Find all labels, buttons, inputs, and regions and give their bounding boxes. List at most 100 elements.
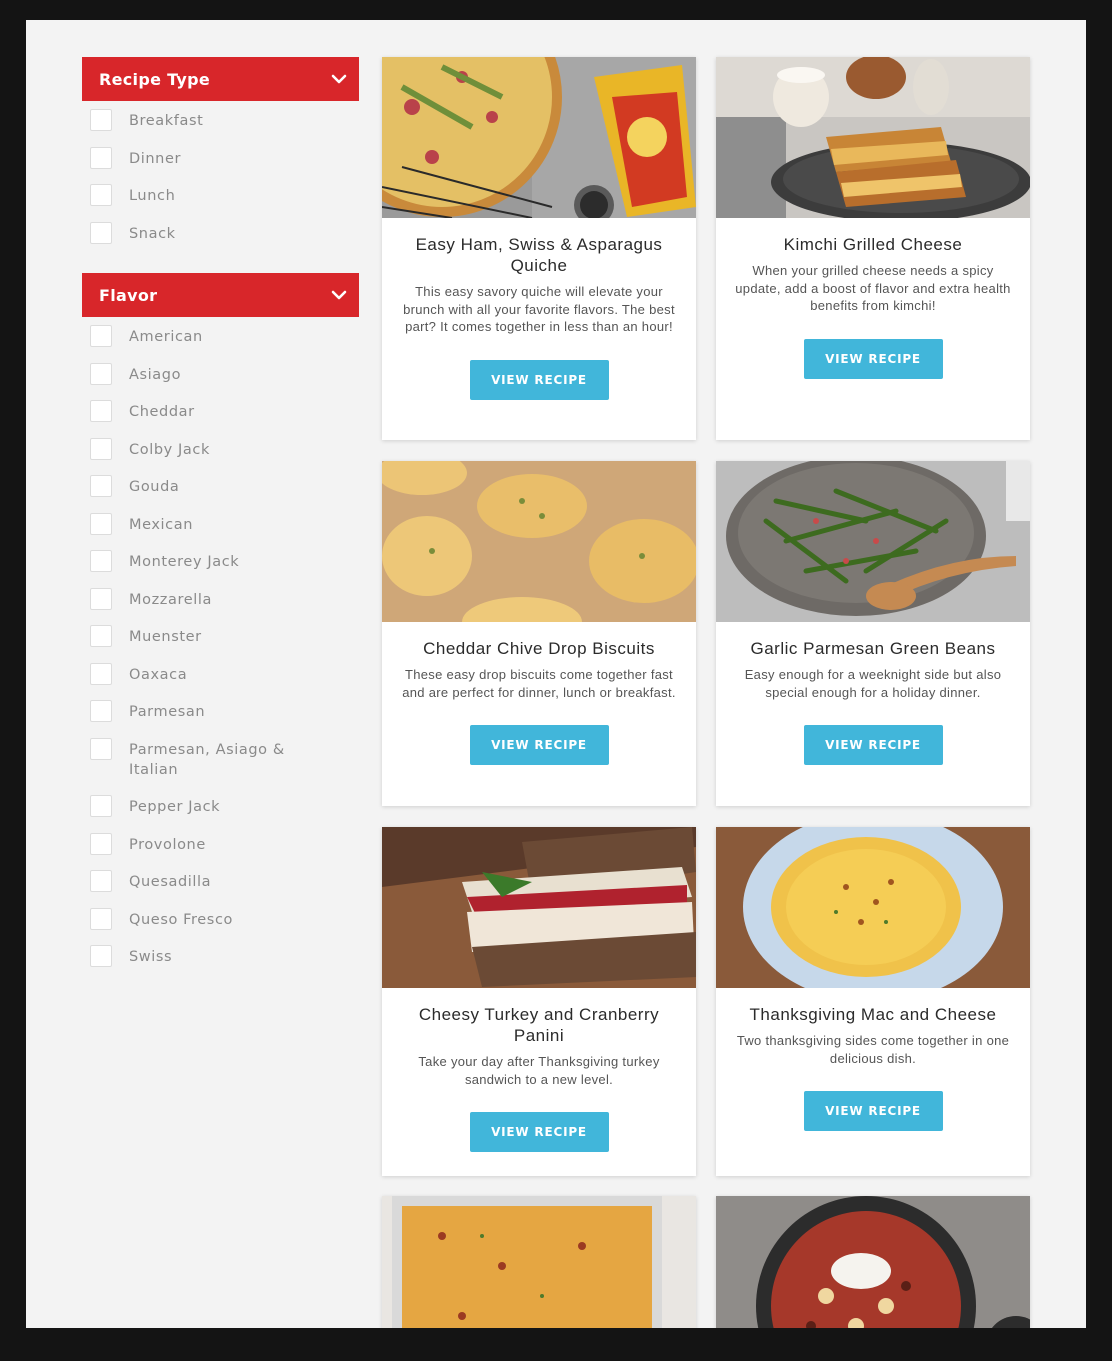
checkbox[interactable] [90,625,112,647]
filter-option-label: Parmesan, Asiago & Italian [129,741,285,778]
grilled-cheese-photo[interactable] [716,57,1030,218]
checkbox[interactable] [90,512,112,535]
recipe-description: Take your day after Thanksgiving turkey … [418,1054,660,1087]
checkbox[interactable] [90,400,112,422]
filter-option[interactable]: Dinner [90,146,359,169]
chili-photo[interactable] [716,1196,1030,1328]
filter-option[interactable]: Gouda [90,475,359,497]
filter-option-label: Parmesan [129,704,206,720]
checkbox[interactable] [90,945,112,967]
recipe-type-options: Breakfast Dinner Lunch Snack [82,101,359,273]
filter-option-label: Lunch [129,188,176,204]
filter-option-label: Dinner [129,150,182,167]
filter-option[interactable]: Muenster [90,625,359,647]
recipe-title[interactable]: Cheesy Turkey and Cranberry Panini [400,1004,678,1046]
filter-option-label: Swiss [129,949,173,965]
recipe-description: When your grilled cheese needs a spicy u… [735,263,1011,313]
filter-option[interactable]: Breakfast [90,109,359,131]
view-recipe-button[interactable]: VIEW RECIPE [803,1091,943,1131]
recipe-title[interactable]: Kimchi Grilled Cheese [734,234,1012,255]
checkbox[interactable] [90,700,112,722]
filter-option[interactable]: Provolone [90,832,359,855]
recipe-description: Easy enough for a weeknight side but als… [744,667,1002,700]
filter-option[interactable]: Lunch [90,184,359,206]
checkbox[interactable] [90,870,112,892]
recipe-title[interactable]: Easy Ham, Swiss & Asparagus Quiche [400,234,678,276]
checkbox[interactable] [90,437,112,460]
quiche-photo[interactable] [382,57,696,218]
recipe-card [382,1196,696,1328]
view-recipe-button[interactable]: VIEW RECIPE [469,725,609,765]
view-recipe-button[interactable]: VIEW RECIPE [803,338,943,379]
filter-option-label: Quesadilla [129,874,212,890]
filter-option[interactable]: Monterey Jack [90,550,359,572]
recipe-type-filter-header[interactable]: Recipe Type [82,57,359,101]
green-beans-photo[interactable] [716,461,1030,622]
casserole-photo[interactable] [382,1196,696,1328]
filter-option[interactable]: Queso Fresco [90,907,359,930]
filter-option-label: Gouda [129,479,180,495]
filter-option[interactable]: Swiss [90,945,359,967]
filter-option-label: American [129,329,203,345]
checkbox[interactable] [90,907,112,930]
flavor-options: American Asiago Cheddar Colby Jack Gouda Mexi… [82,317,359,997]
filter-option[interactable]: Mexican [90,512,359,535]
filter-option[interactable]: Snack [90,221,359,244]
mac-and-cheese-photo[interactable] [716,827,1030,988]
recipe-title[interactable]: Thanksgiving Mac and Cheese [734,1004,1012,1025]
recipe-card: Kimchi Grilled Cheese When your grilled … [716,57,1030,440]
checkbox[interactable] [90,325,112,347]
page-frame: Recipe Type Breakfast Dinner Lunch Snack Fl… [26,20,1086,1328]
filter-option[interactable]: Quesadilla [90,870,359,892]
checkbox[interactable] [90,587,112,610]
filter-option-label: Pepper Jack [129,799,221,815]
checkbox[interactable] [90,146,112,169]
flavor-filter-title: Flavor [99,285,158,305]
filter-option[interactable]: Colby Jack [90,437,359,460]
recipe-title[interactable]: Cheddar Chive Drop Biscuits [400,638,678,659]
filter-option[interactable]: Parmesan, Asiago & Italian [90,737,359,780]
panini-photo[interactable] [382,827,696,988]
filter-option[interactable]: Cheddar [90,400,359,422]
filter-option-label: Asiago [129,366,182,383]
checkbox[interactable] [90,737,112,760]
filter-option[interactable]: Pepper Jack [90,795,359,817]
recipe-description: Two thanksgiving sides come together in … [736,1033,1010,1066]
recipe-title[interactable]: Garlic Parmesan Green Beans [734,638,1012,659]
recipe-description: This easy savory quiche will elevate you… [403,284,675,334]
checkbox[interactable] [90,795,112,817]
filter-option[interactable]: Parmesan [90,700,359,722]
checkbox[interactable] [90,362,112,385]
chevron-down-icon [331,74,347,84]
filter-option-label: Breakfast [129,113,204,129]
view-recipe-button[interactable]: VIEW RECIPE [469,359,609,400]
checkbox[interactable] [90,109,112,131]
recipe-description: These easy drop biscuits come together f… [402,667,676,700]
view-recipe-button[interactable]: VIEW RECIPE [469,1112,609,1152]
recipe-card: Thanksgiving Mac and Cheese Two thanksgi… [716,827,1030,1176]
checkbox[interactable] [90,550,112,572]
view-recipe-button[interactable]: VIEW RECIPE [803,725,943,765]
checkbox[interactable] [90,832,112,855]
flavor-filter-header[interactable]: Flavor [82,273,359,317]
checkbox[interactable] [90,184,112,206]
filter-option-label: Muenster [129,629,202,645]
recipe-type-filter-title: Recipe Type [99,69,211,89]
recipe-card: Cheddar Chive Drop Biscuits These easy d… [382,461,696,806]
checkbox[interactable] [90,221,112,244]
filter-option-label: Snack [129,225,176,242]
filter-option-label: Queso Fresco [129,911,234,928]
filter-option[interactable]: American [90,325,359,347]
filter-option[interactable]: Asiago [90,362,359,385]
filter-option-label: Colby Jack [129,441,210,458]
filter-option[interactable]: Oaxaca [90,662,359,685]
biscuits-photo[interactable] [382,461,696,622]
filter-option[interactable]: Mozzarella [90,587,359,610]
recipe-card: Garlic Parmesan Green Beans Easy enough … [716,461,1030,806]
filter-option-label: Provolone [129,836,206,853]
recipe-card [716,1196,1030,1328]
checkbox[interactable] [90,662,112,685]
filter-sidebar: Recipe Type Breakfast Dinner Lunch Snack Fl… [82,57,359,997]
filter-option-label: Cheddar [129,404,195,420]
checkbox[interactable] [90,475,112,497]
